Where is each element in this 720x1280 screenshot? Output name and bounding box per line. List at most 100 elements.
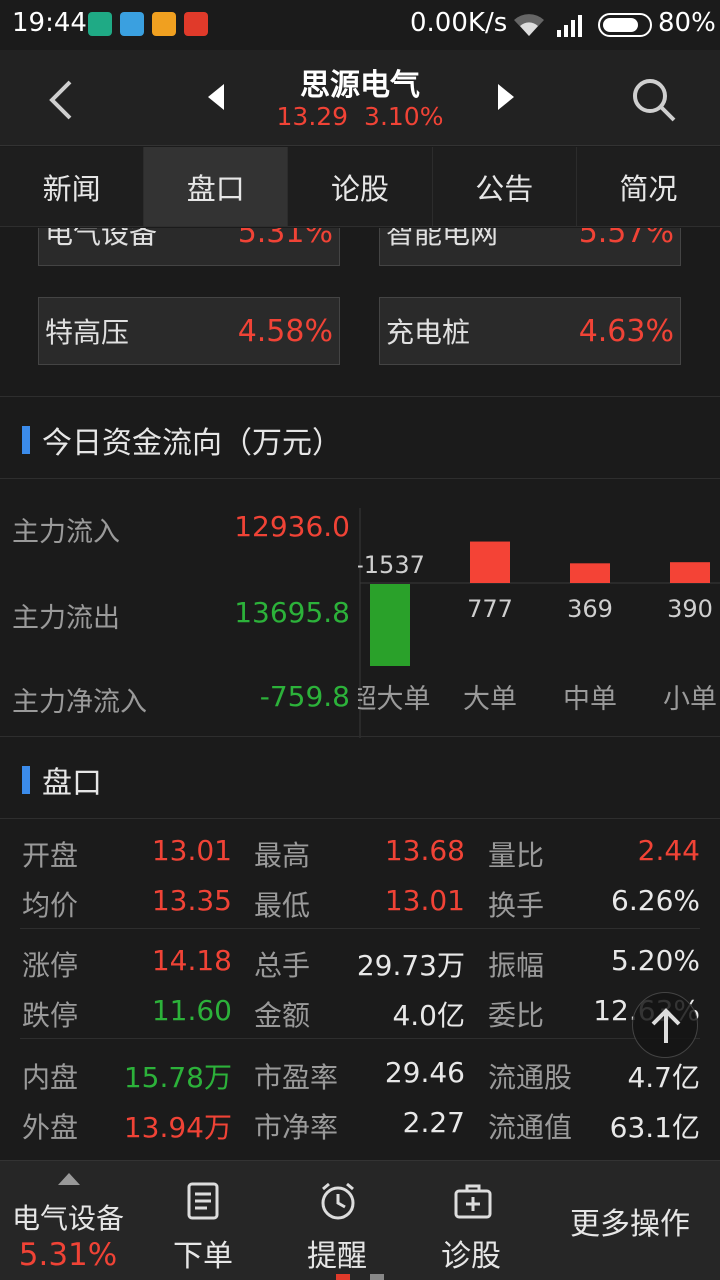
pankou-label: 流通股 <box>488 1061 573 1094</box>
sector-card[interactable]: 特高压 4.58% <box>38 297 340 365</box>
pankou-label: 跌停 <box>22 999 79 1032</box>
main-net-inflow-label: 主力净流入 <box>12 687 147 718</box>
sector-name: 充电桩 <box>386 316 471 349</box>
main-content[interactable]: 电气设备 5.31% 智能电网 5.57% 特高压 4.58% 充电桩 4.63… <box>0 228 720 1160</box>
flow-bar-value: 777 <box>467 595 513 623</box>
sector-pct: 4.63% <box>578 313 674 349</box>
section-marker <box>22 426 30 454</box>
more-actions-button[interactable]: 更多操作 <box>540 1161 720 1280</box>
fund-flow-title: 今日资金流向（万元） <box>22 418 342 462</box>
pankou-label: 总手 <box>254 949 311 982</box>
tab-profile[interactable]: 简况 <box>577 147 720 226</box>
stock-quote: 13.29 3.10% <box>0 102 720 131</box>
stock-price: 13.29 <box>276 102 349 131</box>
scroll-to-top-button[interactable] <box>632 992 698 1058</box>
divider <box>20 1038 700 1039</box>
divider <box>20 928 700 929</box>
pankou-label: 内盘 <box>22 1061 79 1094</box>
main-outflow-value: 13695.8 <box>234 596 350 629</box>
flow-bar <box>670 562 710 583</box>
pankou-value: 2.27 <box>402 1106 465 1139</box>
search-icon[interactable] <box>628 74 678 124</box>
diagnose-icon <box>454 1184 492 1219</box>
flow-bar-value: 390 <box>667 595 713 623</box>
pankou-label: 最低 <box>254 889 311 922</box>
sector-shortcut-name: 电气设备 <box>11 1202 124 1235</box>
pankou-value: 14.18 <box>151 944 232 977</box>
main-inflow-label: 主力流入 <box>12 517 120 548</box>
pankou-value: 2.44 <box>637 834 700 867</box>
order-button[interactable]: 下单 <box>136 1161 270 1280</box>
fund-flow-chart: -1537 超大单 777 大单 369 中单 390 小单 <box>358 508 720 738</box>
flow-bar-value: -1537 <box>358 551 425 579</box>
sector-pct: 4.58% <box>237 313 333 349</box>
status-bar: 19:44 0.00K/s 80% <box>0 0 720 50</box>
sector-shortcut[interactable]: 电气设备 5.31% <box>0 1161 136 1280</box>
pankou-label: 量比 <box>488 839 545 872</box>
main-net-inflow-value: -759.8 <box>259 680 350 713</box>
sector-pct: 5.31% <box>237 228 333 250</box>
diagnose-button[interactable]: 诊股 <box>404 1161 538 1280</box>
divider <box>0 736 720 737</box>
sector-shortcut-pct: 5.31% <box>18 1237 118 1273</box>
pankou-label: 外盘 <box>22 1111 79 1144</box>
bottom-toolbar: 电气设备 5.31% 下单 提醒 诊股 更多操作 <box>0 1160 720 1280</box>
flow-category-label: 超大单 <box>358 684 431 715</box>
sector-card[interactable]: 充电桩 4.63% <box>379 297 681 365</box>
alert-label: 提醒 <box>307 1239 367 1274</box>
pankou-value: 29.46 <box>384 1056 465 1089</box>
battery-icon <box>598 13 652 37</box>
stock-header: 思源电气 13.29 3.10% <box>0 50 720 146</box>
pankou-label: 委比 <box>488 999 545 1032</box>
wifi-icon <box>514 14 544 36</box>
pankou-value: 29.73万 <box>356 949 465 982</box>
main-outflow-label: 主力流出 <box>12 603 120 634</box>
pankou-value: 63.1亿 <box>609 1111 700 1144</box>
arrow-up-icon <box>651 1008 681 1043</box>
pankou-value: 4.0亿 <box>392 999 465 1032</box>
status-time: 19:44 <box>12 8 87 38</box>
pankou-label: 均价 <box>22 889 79 922</box>
flow-bar-value: 369 <box>567 595 613 623</box>
next-stock-icon[interactable] <box>496 82 518 112</box>
pankou-value: 6.26% <box>611 884 700 917</box>
sector-name: 智能电网 <box>386 228 499 250</box>
sector-name: 电气设备 <box>45 228 158 250</box>
divider <box>0 396 720 397</box>
sector-card[interactable]: 智能电网 5.57% <box>379 228 681 266</box>
tab-pankou[interactable]: 盘口 <box>144 147 289 226</box>
sector-name: 特高压 <box>45 316 130 349</box>
tab-announcements[interactable]: 公告 <box>433 147 577 226</box>
tab-bar: 新闻 盘口 论股 公告 简况 <box>0 147 720 227</box>
pankou-value: 13.01 <box>151 834 232 867</box>
pankou-label: 涨停 <box>22 949 79 982</box>
tab-discussion[interactable]: 论股 <box>288 147 433 226</box>
pankou-label: 开盘 <box>22 839 79 872</box>
flow-bar <box>570 563 610 583</box>
pankou-value: 13.35 <box>151 884 232 917</box>
page-indicator <box>370 1274 384 1280</box>
flow-category-label: 大单 <box>463 684 517 715</box>
stock-app-icon <box>184 12 208 36</box>
pankou-value: 15.78万 <box>123 1061 232 1094</box>
calendar-app-icon <box>120 12 144 36</box>
pankou-value: 5.20% <box>611 944 700 977</box>
pankou-label: 最高 <box>254 839 311 872</box>
shield-app-icon <box>88 12 112 36</box>
flow-category-label: 小单 <box>663 684 717 715</box>
pankou-label: 振幅 <box>488 949 545 982</box>
sector-pct: 5.57% <box>578 228 674 250</box>
pankou-label: 换手 <box>488 889 545 922</box>
sector-card[interactable]: 电气设备 5.31% <box>38 228 340 266</box>
flow-category-label: 中单 <box>563 684 617 715</box>
main-inflow-value: 12936.0 <box>234 510 350 543</box>
caret-up-icon <box>58 1173 80 1185</box>
flow-bar <box>370 584 410 666</box>
tab-news[interactable]: 新闻 <box>0 147 145 226</box>
signal-icon <box>557 15 582 37</box>
pankou-label: 市盈率 <box>254 1061 339 1094</box>
alarm-icon <box>321 1182 355 1220</box>
pankou-title-text: 盘口 <box>42 766 102 801</box>
alert-button[interactable]: 提醒 <box>270 1161 404 1280</box>
order-label: 下单 <box>173 1239 233 1274</box>
